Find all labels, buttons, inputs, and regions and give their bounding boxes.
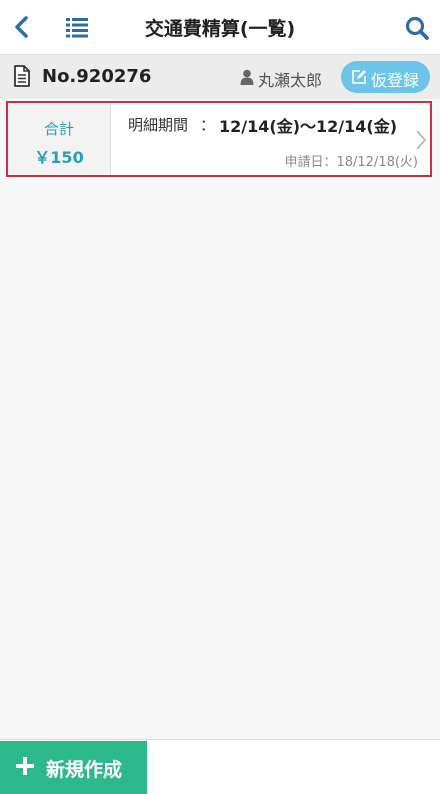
user-name: 丸瀬太郎: [258, 71, 323, 90]
user-icon: [240, 69, 254, 85]
search-icon: [405, 16, 429, 40]
document-number: No.920276: [42, 66, 152, 87]
expense-list-item[interactable]: 合計 ￥150 明細期間 ： 12/14(金)〜12/14(金) 申請日：18/…: [6, 101, 432, 177]
period-value: 12/14(金)〜12/14(金): [219, 117, 398, 136]
period-separator: ：: [200, 116, 216, 134]
total-amount: ￥150: [34, 148, 84, 167]
draft-save-label: 仮登録: [371, 71, 420, 90]
apply-date: 申請日：18/12/18(火): [284, 155, 418, 170]
edit-icon: [352, 70, 366, 84]
search-button[interactable]: [403, 14, 431, 42]
total-box: 合計 ￥150: [8, 103, 111, 175]
period-label: 明細期間: [128, 116, 189, 134]
document-header: No.920276 丸瀬太郎 仮登録: [0, 55, 440, 99]
plus-icon: [16, 757, 34, 775]
chevron-right-icon: [416, 130, 427, 150]
total-label: 合計: [43, 120, 74, 138]
draft-save-button[interactable]: 仮登録: [341, 61, 430, 93]
top-bar: 交通費精算(一覧): [0, 0, 440, 55]
document-icon: [14, 65, 30, 87]
new-create-label: 新規作成: [46, 759, 123, 781]
page-title: 交通費精算(一覧): [144, 18, 296, 40]
footer-bar: 新規作成: [0, 739, 440, 794]
new-create-button[interactable]: 新規作成: [0, 741, 147, 794]
